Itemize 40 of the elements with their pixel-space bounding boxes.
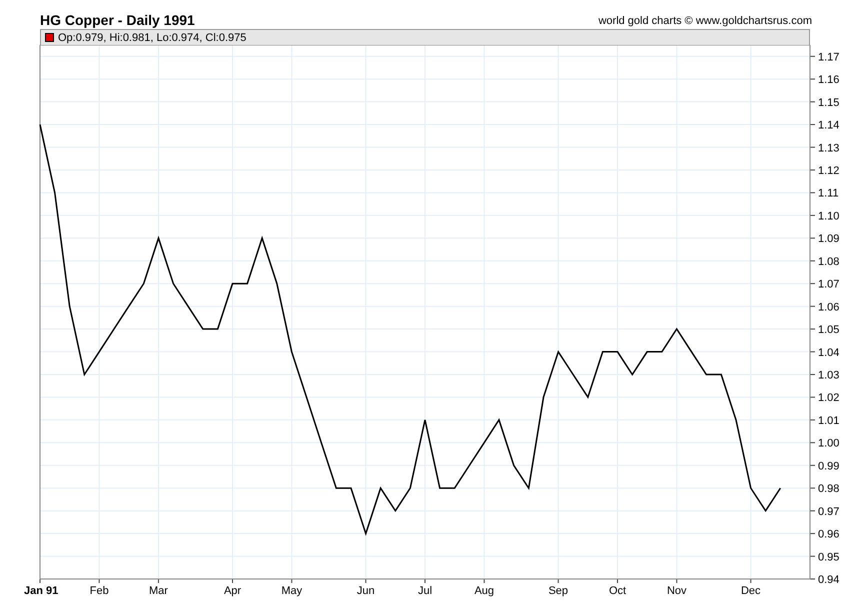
y-axis-label: 1.16 — [818, 74, 840, 86]
y-axis-label: 1.17 — [818, 51, 840, 64]
y-axis-label: 1.12 — [818, 164, 840, 177]
candle-color-icon — [45, 33, 54, 42]
y-axis-label: 1.13 — [818, 142, 840, 154]
y-axis-label: 1.08 — [818, 256, 840, 268]
x-axis-label: Apr — [224, 585, 242, 597]
y-axis-label: 1.01 — [818, 414, 840, 427]
x-axis-label: Jan 91 — [24, 585, 58, 597]
ohlc-readout: Op:0.979, Hi:0.981, Lo:0.974, Cl:0.975 — [58, 32, 246, 44]
y-axis-label: 1.00 — [818, 438, 840, 450]
y-axis-label: 0.97 — [818, 506, 840, 518]
y-axis-label: 0.98 — [818, 483, 840, 496]
x-axis-label: Feb — [90, 585, 109, 597]
chart-title: HG Copper - Daily 1991 — [40, 12, 195, 29]
y-axis-label: 1.02 — [818, 392, 840, 404]
x-axis-label: Sep — [548, 585, 568, 597]
x-axis-label: Jun — [356, 585, 375, 597]
y-axis-label: 1.06 — [818, 301, 840, 314]
y-axis-label: 1.03 — [818, 370, 840, 382]
y-axis-label: 1.10 — [818, 210, 840, 222]
y-axis-label: 1.09 — [818, 233, 840, 246]
y-axis-label: 1.04 — [818, 346, 840, 359]
x-axis-label: Mar — [148, 585, 168, 597]
x-axis-label: Aug — [474, 585, 494, 597]
y-axis-label: 0.95 — [818, 551, 840, 564]
y-axis-label: 1.07 — [818, 278, 840, 291]
y-axis-label: 0.99 — [818, 460, 840, 472]
y-axis-label: 1.05 — [818, 324, 840, 336]
x-axis-label: Jul — [418, 585, 432, 597]
y-axis-label: 1.14 — [818, 120, 840, 132]
y-axis-label: 1.15 — [818, 96, 840, 109]
y-axis-label: 1.11 — [818, 188, 839, 200]
x-axis-label: Oct — [608, 585, 626, 597]
x-axis-label: Dec — [741, 585, 761, 597]
y-axis-label: 0.96 — [818, 528, 840, 541]
source-credit: world gold charts © www.goldchartsrus.com — [598, 15, 812, 29]
x-axis-label: May — [281, 585, 302, 597]
x-axis-label: Nov — [666, 585, 686, 597]
y-axis-label: 0.94 — [818, 574, 840, 586]
